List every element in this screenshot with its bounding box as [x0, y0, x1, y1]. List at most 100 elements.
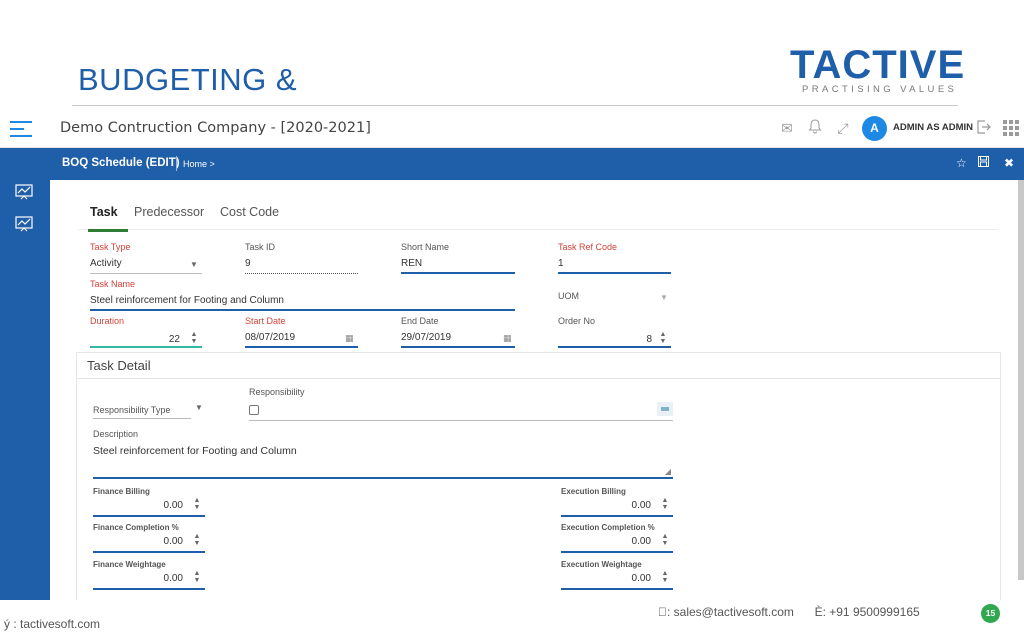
close-icon[interactable]: ✖: [1004, 156, 1014, 170]
chart-icon[interactable]: [15, 184, 35, 202]
short-name-field[interactable]: Short Name REN: [401, 242, 515, 274]
execution-weightage-label: Execution Weightage: [561, 560, 642, 569]
description-value: Steel reinforcement for Footing and Colu…: [93, 445, 297, 457]
form-content: Task Predecessor Cost Code Task Type Act…: [50, 180, 1020, 600]
duration-stepper[interactable]: Duration 22 ▲ ▼: [90, 316, 202, 348]
avatar[interactable]: A: [862, 116, 887, 141]
duration-value: 22: [168, 334, 180, 345]
task-ref-code-value: 1: [558, 258, 564, 269]
finance-billing-stepper[interactable]: Finance Billing 0.00 ▲ ▼: [93, 487, 205, 517]
spinner-icon[interactable]: ▲ ▼: [661, 570, 669, 584]
task-name-label: Task Name: [90, 279, 136, 289]
slide-divider: [72, 105, 958, 106]
task-name-field[interactable]: Task Name Steel reinforcement for Footin…: [90, 279, 515, 311]
tab-bar: Task Predecessor Cost Code: [78, 204, 998, 232]
task-name-value: Steel reinforcement for Footing and Colu…: [90, 295, 284, 306]
calendar-icon[interactable]: ▦: [503, 333, 512, 344]
footer-phone: È: +91 9500999165: [814, 605, 920, 619]
tab-task[interactable]: Task: [88, 204, 128, 232]
task-detail-panel: Task Detail Responsibility Type ▼ Respon…: [76, 352, 1001, 600]
finance-billing-value: 0.00: [163, 500, 183, 511]
finance-weightage-label: Finance Weightage: [93, 560, 166, 569]
responsibility-label: Responsibility: [249, 387, 305, 397]
resize-handle-icon[interactable]: ◢: [665, 467, 671, 476]
spinner-icon[interactable]: ▲ ▼: [193, 570, 201, 584]
logo-tagline: PRACTISING VALUES: [802, 84, 958, 95]
breadcrumb[interactable]: Home >: [183, 159, 215, 169]
page-number-badge: 15: [981, 604, 1000, 623]
vertical-scrollbar[interactable]: [1018, 180, 1024, 580]
screen-header: BOQ Schedule (EDIT) Home > ☆ ✖: [50, 148, 1024, 180]
finance-weightage-stepper[interactable]: Finance Weightage 0.00 ▲ ▼: [93, 560, 205, 590]
description-label: Description: [93, 429, 139, 439]
description-textarea[interactable]: Description Steel reinforcement for Foot…: [93, 429, 673, 479]
task-type-select[interactable]: Task Type Activity ▼: [90, 242, 202, 274]
spinner-icon[interactable]: ▲ ▼: [193, 497, 201, 511]
execution-billing-stepper[interactable]: Execution Billing 0.00 ▲ ▼: [561, 487, 673, 517]
spinner-icon[interactable]: ▲ ▼: [661, 533, 669, 547]
chevron-down-icon[interactable]: ▼: [660, 293, 668, 302]
execution-completion-value: 0.00: [631, 536, 651, 547]
responsibility-lookup-button[interactable]: [657, 402, 673, 416]
uom-label: UOM: [558, 291, 579, 301]
end-date-label: End Date: [401, 316, 439, 326]
start-date-field[interactable]: Start Date 08/07/2019 ▦: [245, 316, 358, 348]
short-name-label: Short Name: [401, 242, 450, 252]
chevron-down-icon[interactable]: ▼: [190, 260, 198, 269]
screen-title: BOQ Schedule (EDIT): [62, 157, 180, 169]
chevron-down-icon[interactable]: ▼: [195, 403, 203, 412]
uom-select[interactable]: UOM ▼: [558, 283, 671, 311]
finance-completion-label: Finance Completion %: [93, 523, 179, 532]
short-name-value: REN: [401, 258, 423, 269]
task-id-field[interactable]: Task ID 9: [245, 242, 358, 274]
app-top-bar: Demo Contruction Company - [2020-2021] ✉…: [0, 110, 1024, 148]
user-name[interactable]: ADMIN AS ADMIN: [893, 122, 973, 133]
mail-icon[interactable]: ✉: [778, 119, 796, 137]
spinner-icon[interactable]: ▲ ▼: [190, 331, 198, 345]
calendar-icon[interactable]: ▦: [345, 333, 354, 344]
logout-icon[interactable]: [975, 119, 993, 137]
responsibility-type-select[interactable]: Responsibility Type ▼: [93, 391, 205, 419]
task-detail-header: Task Detail: [77, 353, 1000, 379]
execution-completion-stepper[interactable]: Execution Completion % 0.00 ▲ ▼: [561, 523, 673, 553]
tab-cost-code[interactable]: Cost Code: [220, 204, 279, 230]
footer-email:  : sales@tactivesoft.com: [658, 605, 794, 619]
spinner-icon[interactable]: ▲ ▼: [193, 533, 201, 547]
expand-icon[interactable]: ⤢: [834, 119, 852, 137]
order-no-label: Order No: [558, 316, 596, 326]
duration-label: Duration: [90, 316, 125, 326]
task-type-label: Task Type: [90, 242, 131, 252]
order-no-value: 8: [646, 334, 652, 345]
save-icon[interactable]: [978, 156, 989, 170]
task-id-value: 9: [245, 258, 251, 269]
logo-wordmark: TACTIVE: [790, 43, 966, 87]
finance-completion-value: 0.00: [163, 536, 183, 547]
slide-title: BUDGETING &: [78, 62, 298, 97]
responsibility-checkbox[interactable]: [249, 405, 259, 415]
execution-completion-label: Execution Completion %: [561, 523, 655, 532]
execution-weightage-stepper[interactable]: Execution Weightage 0.00 ▲ ▼: [561, 560, 673, 590]
responsibility-type-label: Responsibility Type: [93, 405, 171, 415]
execution-billing-label: Execution Billing: [561, 487, 626, 496]
end-date-value: 29/07/2019: [401, 332, 452, 343]
start-date-value: 08/07/2019: [245, 332, 296, 343]
footer-website: ý : tactivesoft.com: [4, 617, 101, 631]
tactive-logo: TACTIVE PRACTISING VALUES: [790, 44, 964, 100]
company-title: Demo Contruction Company - [2020-2021]: [60, 120, 371, 136]
bell-icon[interactable]: [806, 119, 824, 137]
finance-billing-label: Finance Billing: [93, 487, 150, 496]
spinner-icon[interactable]: ▲ ▼: [659, 331, 667, 345]
menu-icon[interactable]: [10, 121, 34, 137]
spinner-icon[interactable]: ▲ ▼: [661, 497, 669, 511]
order-no-stepper[interactable]: Order No 8 ▲ ▼: [558, 316, 671, 348]
finance-completion-stepper[interactable]: Finance Completion % 0.00 ▲ ▼: [93, 523, 205, 553]
star-icon[interactable]: ☆: [956, 156, 967, 170]
chart-icon[interactable]: [15, 216, 35, 234]
end-date-field[interactable]: End Date 29/07/2019 ▦: [401, 316, 515, 348]
responsibility-field[interactable]: Responsibility: [249, 387, 673, 421]
task-ref-code-field[interactable]: Task Ref Code 1: [558, 242, 671, 274]
apps-grid-icon[interactable]: [1003, 120, 1019, 136]
execution-weightage-value: 0.00: [631, 573, 651, 584]
tab-predecessor[interactable]: Predecessor: [134, 204, 204, 230]
task-id-label: Task ID: [245, 242, 276, 252]
